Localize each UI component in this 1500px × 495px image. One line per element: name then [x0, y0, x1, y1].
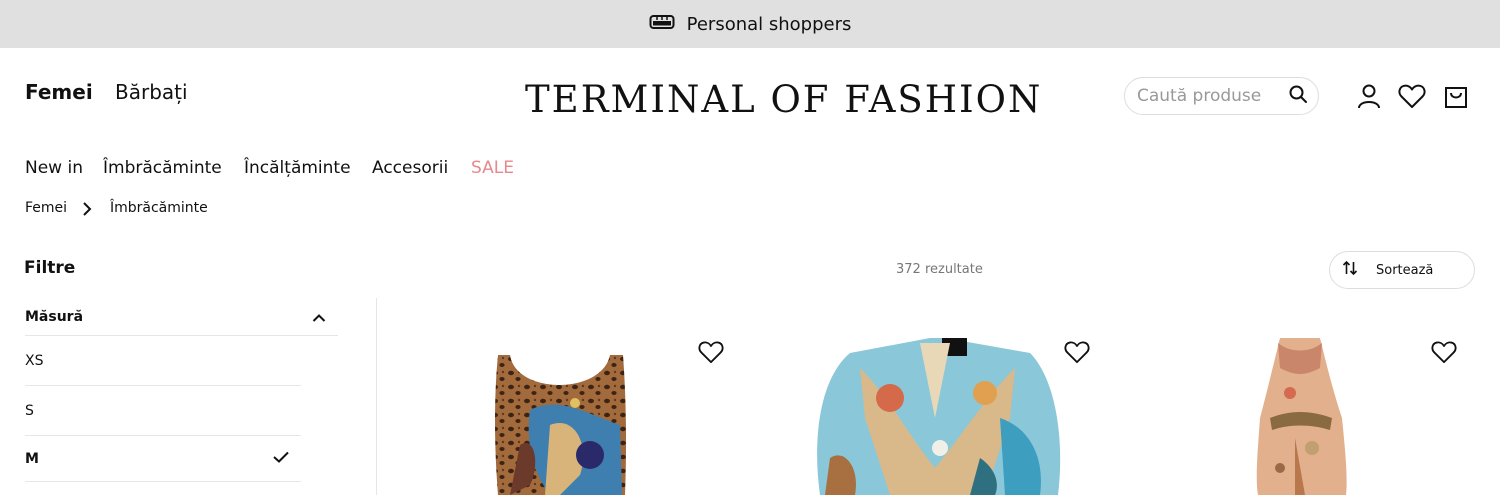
filters-title: Filtre — [24, 258, 76, 278]
nav-cat-incaltaminte[interactable]: Încălțăminte — [244, 158, 351, 178]
search-icon[interactable] — [1288, 84, 1308, 108]
size-option-label: S — [25, 402, 34, 419]
promo-text: Personal shoppers — [686, 13, 852, 35]
tape-measure-icon — [649, 13, 675, 35]
nav-cat-accesorii[interactable]: Accesorii — [372, 158, 448, 178]
nav-gender-barbati[interactable]: Bărbați — [115, 80, 188, 104]
user-icon[interactable] — [1355, 82, 1383, 110]
breadcrumb-imbracaminte: Îmbrăcăminte — [110, 200, 208, 216]
size-option-xs[interactable]: XS — [25, 336, 301, 386]
product-image[interactable] — [800, 338, 1070, 495]
search-input[interactable] — [1137, 86, 1277, 106]
chevron-up-icon[interactable] — [312, 311, 326, 327]
size-option-s[interactable]: S — [25, 386, 301, 436]
product-image[interactable] — [490, 355, 635, 495]
size-option-label: XS — [25, 352, 44, 369]
product-image[interactable] — [1250, 338, 1350, 495]
nav-gender-femei[interactable]: Femei — [25, 80, 93, 104]
wishlist-heart-icon[interactable] — [1398, 82, 1426, 110]
nav-cat-sale[interactable]: SALE — [471, 158, 514, 178]
bag-icon[interactable] — [1442, 82, 1470, 110]
sidebar-divider — [376, 298, 377, 495]
sort-arrows-icon — [1342, 260, 1358, 280]
sort-label: Sortează — [1376, 262, 1434, 278]
site-logo[interactable]: TERMINAL OF FASHION — [525, 78, 1042, 121]
nav-cat-new-in[interactable]: New in — [25, 158, 83, 178]
chevron-right-icon — [82, 201, 92, 221]
promo-bar[interactable]: Personal shoppers — [0, 0, 1500, 48]
favorite-heart-icon[interactable] — [696, 337, 726, 367]
nav-cat-imbracaminte[interactable]: Îmbrăcăminte — [103, 158, 222, 178]
size-option-label: M — [25, 450, 39, 467]
favorite-heart-icon[interactable] — [1429, 337, 1459, 367]
sort-button[interactable]: Sortează — [1329, 251, 1475, 289]
size-filter-title: Măsură — [25, 309, 84, 325]
checkmark-icon — [273, 451, 289, 467]
favorite-heart-icon[interactable] — [1062, 337, 1092, 367]
size-option-m[interactable]: M — [25, 436, 301, 482]
breadcrumb-femei[interactable]: Femei — [25, 200, 67, 216]
size-filter-header[interactable]: Măsură — [25, 304, 338, 336]
results-count: 372 rezultate — [896, 262, 983, 277]
search-box[interactable] — [1124, 77, 1319, 115]
